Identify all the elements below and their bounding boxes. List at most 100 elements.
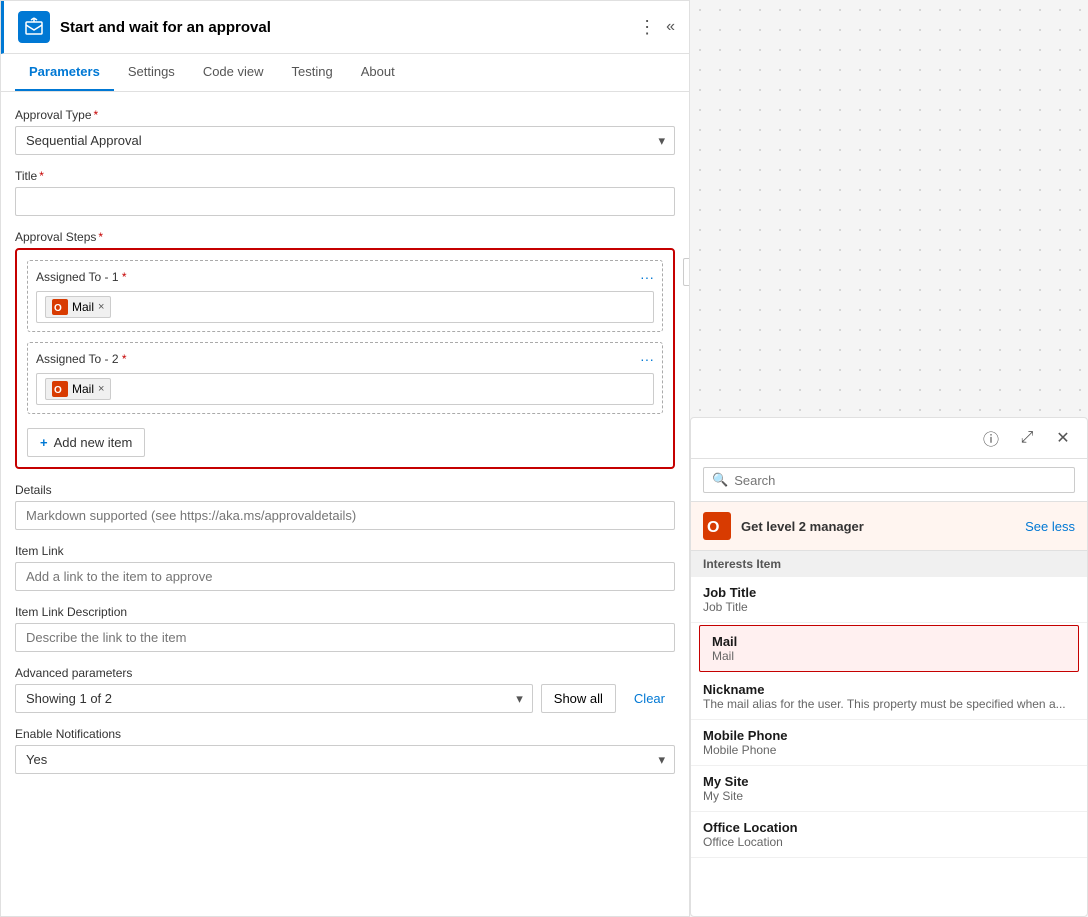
step-2-mail-label: Mail	[72, 382, 94, 396]
property-name-office-location: Office Location	[703, 820, 1075, 835]
canvas-area	[690, 0, 1088, 417]
property-desc-nickname: The mail alias for the user. This proper…	[703, 697, 1075, 711]
details-label: Details	[15, 483, 675, 497]
collapse-button[interactable]: «	[666, 18, 675, 36]
step-2-mail-remove[interactable]: ×	[98, 383, 104, 395]
close-icon[interactable]: ✕	[1051, 426, 1075, 450]
more-options-button[interactable]: ⋮	[638, 17, 656, 38]
svg-text:O: O	[707, 519, 719, 536]
approval-type-label: Approval Type*	[15, 108, 675, 122]
enable-notifications-select[interactable]: Yes No	[15, 745, 675, 774]
advanced-params-label: Advanced parameters	[15, 666, 675, 680]
property-list: Interests Item Job Title Job Title Mail …	[691, 551, 1087, 916]
item-link-desc-label: Item Link Description	[15, 605, 675, 619]
tab-parameters[interactable]: Parameters	[15, 54, 114, 91]
approval-type-field: Approval Type* Sequential Approval ▾	[15, 108, 675, 155]
advanced-params-section: Advanced parameters Showing 1 of 2 ▾ Sho…	[15, 666, 675, 713]
property-item-job-title[interactable]: Job Title Job Title	[691, 577, 1087, 623]
info-icon[interactable]: ⓘ	[979, 426, 1003, 450]
step-1-mail-label: Mail	[72, 300, 94, 314]
step-1-header: Assigned To - 1 * ···	[36, 269, 654, 285]
property-item-mail[interactable]: Mail Mail	[699, 625, 1079, 672]
item-link-desc-input[interactable]	[15, 623, 675, 652]
add-new-item-wrapper: + Add new item	[27, 424, 663, 457]
step-1-assigned-field[interactable]: O Mail ×	[36, 291, 654, 323]
step-1-mail-remove[interactable]: ×	[98, 301, 104, 313]
step-1-label: Assigned To - 1 *	[36, 270, 127, 284]
tabs-bar: Parameters Settings Code view Testing Ab…	[1, 54, 689, 92]
see-less-button[interactable]: See less	[1025, 519, 1075, 534]
step-1-mail-tag: O Mail ×	[45, 296, 111, 318]
advanced-params-row: Showing 1 of 2 ▾ Show all Clear	[15, 684, 675, 713]
step-1-item: Assigned To - 1 * ··· O Mail ×	[27, 260, 663, 332]
property-name-mail: Mail	[712, 634, 1066, 649]
property-item-nickname[interactable]: Nickname The mail alias for the user. Th…	[691, 674, 1087, 720]
details-input[interactable]	[15, 501, 675, 530]
header-actions: ⋮ «	[638, 17, 675, 38]
step-2-label: Assigned To - 2 *	[36, 352, 127, 366]
search-icon: 🔍	[712, 472, 728, 488]
step-2-options[interactable]: ···	[640, 351, 654, 367]
property-desc-mail: Mail	[712, 649, 1066, 663]
property-item-my-site[interactable]: My Site My Site	[691, 766, 1087, 812]
step-2-item: Assigned To - 2 * ··· O Mail ×	[27, 342, 663, 414]
add-new-item-label: Add new item	[54, 435, 133, 450]
tab-about[interactable]: About	[347, 54, 409, 91]
property-desc-my-site: My Site	[703, 789, 1075, 803]
plus-icon: +	[40, 435, 48, 450]
enable-notifications-dropdown[interactable]: Yes No ▾	[15, 745, 675, 774]
form-content: Approval Type* Sequential Approval ▾ Tit…	[1, 92, 689, 916]
page-title: Start and wait for an approval	[60, 19, 638, 36]
enable-notifications-label: Enable Notifications	[15, 727, 675, 741]
active-item-title: Get level 2 manager	[741, 519, 1015, 534]
property-desc-job-title: Job Title	[703, 600, 1075, 614]
approval-type-select[interactable]: Sequential Approval	[15, 126, 675, 155]
tab-settings[interactable]: Settings	[114, 54, 189, 91]
title-input[interactable]: Managers Vacation Request Approval	[15, 187, 675, 216]
property-name-my-site: My Site	[703, 774, 1075, 789]
item-link-label: Item Link	[15, 544, 675, 558]
property-desc-office-location: Office Location	[703, 835, 1075, 849]
active-item-banner: O Get level 2 manager See less	[691, 502, 1087, 551]
search-input[interactable]	[734, 473, 1066, 488]
search-input-wrapper: 🔍	[703, 467, 1075, 493]
enable-notifications-field: Enable Notifications Yes No ▾	[15, 727, 675, 774]
title-label: Title*	[15, 169, 675, 183]
clear-button[interactable]: Clear	[624, 685, 675, 712]
item-link-input[interactable]	[15, 562, 675, 591]
advanced-params-dropdown[interactable]: Showing 1 of 2 ▾	[15, 684, 533, 713]
add-new-item-button[interactable]: + Add new item	[27, 428, 145, 457]
approval-steps-section: Approval Steps* Assigned To - 1 * ···	[15, 230, 675, 469]
approval-steps-label: Approval Steps*	[15, 230, 675, 244]
step-2-mail-tag: O Mail ×	[45, 378, 111, 400]
details-field: Details	[15, 483, 675, 530]
item-link-desc-field: Item Link Description	[15, 605, 675, 652]
section-interests: Interests Item	[691, 551, 1087, 577]
tab-code-view[interactable]: Code view	[189, 54, 278, 91]
svg-text:O: O	[54, 385, 62, 396]
action-icon	[18, 11, 50, 43]
property-item-office-location[interactable]: Office Location Office Location	[691, 812, 1087, 858]
copy-icon[interactable]	[683, 258, 690, 286]
approval-type-dropdown[interactable]: Sequential Approval ▾	[15, 126, 675, 155]
property-name-nickname: Nickname	[703, 682, 1075, 697]
search-box: 🔍	[691, 459, 1087, 502]
advanced-params-select[interactable]: Showing 1 of 2	[15, 684, 533, 713]
left-panel: Start and wait for an approval ⋮ « Param…	[0, 0, 690, 917]
step-2-header: Assigned To - 2 * ···	[36, 351, 654, 367]
item-link-field: Item Link	[15, 544, 675, 591]
step-2-assigned-field[interactable]: O Mail ×	[36, 373, 654, 405]
property-item-mobile-phone[interactable]: Mobile Phone Mobile Phone	[691, 720, 1087, 766]
property-name-mobile-phone: Mobile Phone	[703, 728, 1075, 743]
right-panel: ⓘ ⤢ ✕ 🔍 O Get level 2 manager See less I…	[690, 0, 1088, 917]
property-name-job-title: Job Title	[703, 585, 1075, 600]
step-1-options[interactable]: ···	[640, 269, 654, 285]
approval-steps-box: Assigned To - 1 * ··· O Mail ×	[15, 248, 675, 469]
property-desc-mobile-phone: Mobile Phone	[703, 743, 1075, 757]
panel-header: ⓘ ⤢ ✕	[691, 418, 1087, 459]
svg-text:O: O	[54, 303, 62, 314]
tab-testing[interactable]: Testing	[278, 54, 347, 91]
expand-icon[interactable]: ⤢	[1015, 426, 1039, 450]
property-picker-panel: ⓘ ⤢ ✕ 🔍 O Get level 2 manager See less I…	[690, 417, 1088, 917]
show-all-button[interactable]: Show all	[541, 684, 616, 713]
